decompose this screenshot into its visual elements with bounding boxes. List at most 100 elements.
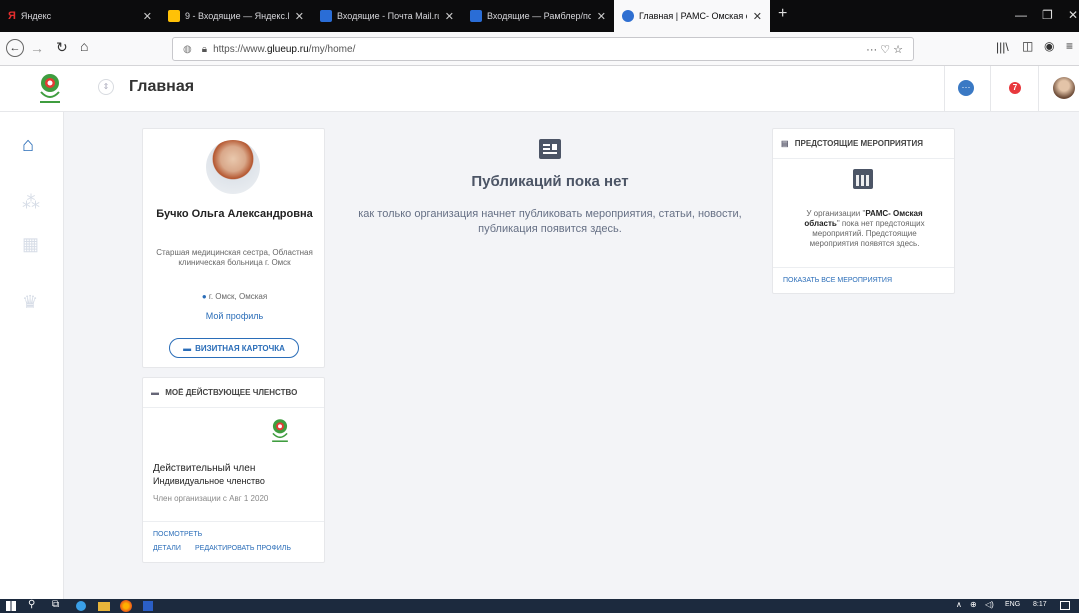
my-profile-link[interactable]: Мой профиль: [153, 311, 316, 321]
minimize-icon[interactable]: —: [1015, 8, 1027, 22]
events-header: ▤ ПРЕДСТОЯЩИЕ МЕРОПРИЯТИЯ: [781, 139, 923, 148]
app-header: ⇕ Главная ··· 7: [0, 66, 1079, 112]
crown-icon[interactable]: ♛: [22, 292, 38, 313]
reload-icon[interactable]: ↻: [56, 39, 68, 56]
notification-center-icon[interactable]: [1060, 601, 1070, 610]
calendar-icon[interactable]: ▦: [22, 234, 39, 255]
newspaper-icon: [539, 139, 561, 159]
close-tab-icon[interactable]: ✕: [597, 10, 606, 23]
tab-label: Яндекс: [20, 11, 52, 21]
membership-header: ▬ МОЁ ДЕЙСТВУЮЩЕЕ ЧЛЕНСТВО: [151, 388, 297, 397]
profile-card: Бучко Ольга Александровна Старшая медици…: [142, 128, 325, 368]
maximize-icon[interactable]: ❐: [1042, 8, 1053, 22]
edit-profile-link[interactable]: РЕДАКТИРОВАТЬ ПРОФИЛЬ: [195, 545, 291, 552]
tray-chevron-icon[interactable]: ∧: [956, 600, 962, 609]
address-bar[interactable]: ◍ 🔒︎ https://www. glueup.ru/my/home/ ··· …: [172, 37, 914, 61]
notifications-badge[interactable]: 7: [1009, 82, 1021, 94]
volume-icon[interactable]: ◁): [985, 600, 994, 609]
view-membership-link[interactable]: ПОСМОТРЕТЬ: [153, 531, 202, 538]
divider: [773, 158, 954, 159]
close-tab-icon[interactable]: ✕: [753, 10, 762, 23]
tab-label: Главная | РАМС- Омская обл: [639, 11, 747, 21]
close-window-icon[interactable]: ✕: [1068, 8, 1078, 22]
business-card-button[interactable]: ▬ ВИЗИТНАЯ КАРТОЧКА: [169, 338, 299, 358]
mail-icon: [320, 10, 332, 22]
library-icon[interactable]: |||\: [996, 40, 1009, 54]
browser-tab-bar: Я Яндекс ✕ 9 - Входящие — Яндекс.Почта ✕…: [0, 0, 1079, 32]
browser-tab[interactable]: 9 - Входящие — Яндекс.Почта ✕: [160, 0, 312, 32]
profile-photo: [206, 140, 260, 194]
profile-location: ● г. Омск, Омская: [153, 292, 316, 301]
file-explorer-icon[interactable]: [98, 602, 110, 611]
word-icon[interactable]: [143, 601, 153, 611]
browser-tab[interactable]: Входящие - Почта Mail.ru ✕: [312, 0, 462, 32]
empty-feed-text: как только организация начнет публиковат…: [358, 208, 742, 235]
network-icon[interactable]: ⊕: [970, 600, 977, 609]
tab-label: Входящие - Почта Mail.ru: [337, 11, 439, 21]
divider: [1038, 66, 1039, 112]
close-tab-icon[interactable]: ✕: [143, 10, 152, 23]
site-icon: [622, 10, 634, 22]
events-empty-text: У организации "РАМС- Омская область" пок…: [791, 209, 938, 249]
clock[interactable]: 8:17: [1033, 601, 1047, 608]
task-view-icon[interactable]: ⧉: [52, 599, 59, 610]
location-pin-icon: ●: [201, 292, 207, 301]
tab-label: Входящие — Рамблер/почта: [487, 11, 591, 21]
browser-tab[interactable]: Входящие — Рамблер/почта ✕: [462, 0, 614, 32]
profile-name: Бучко Ольга Александровна: [156, 208, 313, 220]
id-card-icon: ▬: [151, 388, 159, 397]
calendar-icon: ▤: [781, 139, 789, 148]
details-link[interactable]: ДЕТАЛИ: [153, 545, 181, 552]
membership-type: Действительный член: [153, 463, 256, 474]
language-indicator[interactable]: ENG: [1005, 601, 1020, 608]
windows-start-icon[interactable]: [6, 601, 16, 611]
url-prefix: https://www.: [213, 43, 267, 55]
home-icon[interactable]: ⌂: [80, 38, 88, 54]
avatar[interactable]: [1053, 77, 1075, 99]
edge-icon[interactable]: [76, 601, 86, 611]
divider: [143, 521, 324, 522]
sidebar-toggle-icon[interactable]: ◫: [1022, 39, 1033, 53]
mail-icon: [470, 10, 482, 22]
business-card-label: ВИЗИТНАЯ КАРТОЧКА: [195, 343, 285, 353]
back-icon[interactable]: ←: [6, 39, 24, 57]
upcoming-events-card: ▤ ПРЕДСТОЯЩИЕ МЕРОПРИЯТИЯ У организации …: [772, 128, 955, 294]
page-actions-icon[interactable]: ··· ♡ ☆: [866, 43, 903, 56]
divider: [773, 267, 954, 268]
switch-organization-icon[interactable]: ⇕: [98, 79, 114, 95]
profile-position: Старшая медицинская сестра, Областная кл…: [156, 248, 313, 267]
new-tab-icon[interactable]: +: [778, 5, 787, 23]
events-header-label: ПРЕДСТОЯЩИЕ МЕРОПРИЯТИЯ: [794, 139, 923, 148]
membership-header-label: МОЁ ДЕЙСТВУЮЩЕЕ ЧЛЕНСТВО: [165, 388, 298, 397]
close-tab-icon[interactable]: ✕: [295, 10, 304, 23]
chat-icon[interactable]: ···: [958, 80, 974, 96]
id-card-icon: ▬: [183, 343, 192, 353]
yandex-icon: Я: [8, 10, 16, 22]
windows-taskbar: ⚲ ⧉ ∧ ⊕ ◁) ENG 8:17: [0, 599, 1079, 613]
firefox-icon[interactable]: [120, 600, 132, 612]
menu-icon[interactable]: ≡: [1066, 39, 1073, 53]
url-path: /my/home/: [308, 43, 356, 55]
empty-feed-title: Публикаций пока нет: [471, 173, 629, 190]
network-icon[interactable]: ⁂: [22, 192, 40, 213]
home-icon[interactable]: ⌂: [22, 134, 34, 157]
search-icon[interactable]: ⚲: [28, 599, 35, 610]
organization-logo[interactable]: [36, 72, 64, 106]
lock-icon: 🔒︎: [201, 43, 208, 55]
divider: [990, 66, 991, 112]
membership-card: ▬ МОЁ ДЕЙСТВУЮЩЕЕ ЧЛЕНСТВО Действительны…: [142, 377, 325, 563]
calendar-icon: [853, 169, 873, 189]
tab-label: 9 - Входящие — Яндекс.Почта: [185, 11, 289, 21]
sidebar: ⌂ ⁂ ▦ ♛: [0, 112, 64, 599]
membership-logo: [269, 416, 291, 446]
divider: [143, 407, 324, 408]
close-tab-icon[interactable]: ✕: [445, 10, 454, 23]
mail-icon: [168, 10, 180, 22]
browser-tab[interactable]: Я Яндекс ✕: [0, 0, 160, 32]
forward-icon[interactable]: →: [30, 40, 44, 56]
browser-nav-bar: ← → ↻ ⌂ ◍ 🔒︎ https://www. glueup.ru/my/ho…: [0, 32, 1079, 66]
browser-tab-active[interactable]: Главная | РАМС- Омская обл ✕: [614, 0, 770, 32]
show-all-events-link[interactable]: ПОКАЗАТЬ ВСЕ МЕРОПРИЯТИЯ: [783, 277, 892, 284]
account-icon[interactable]: ◉: [1044, 39, 1054, 53]
shield-icon: ◍: [183, 43, 192, 55]
